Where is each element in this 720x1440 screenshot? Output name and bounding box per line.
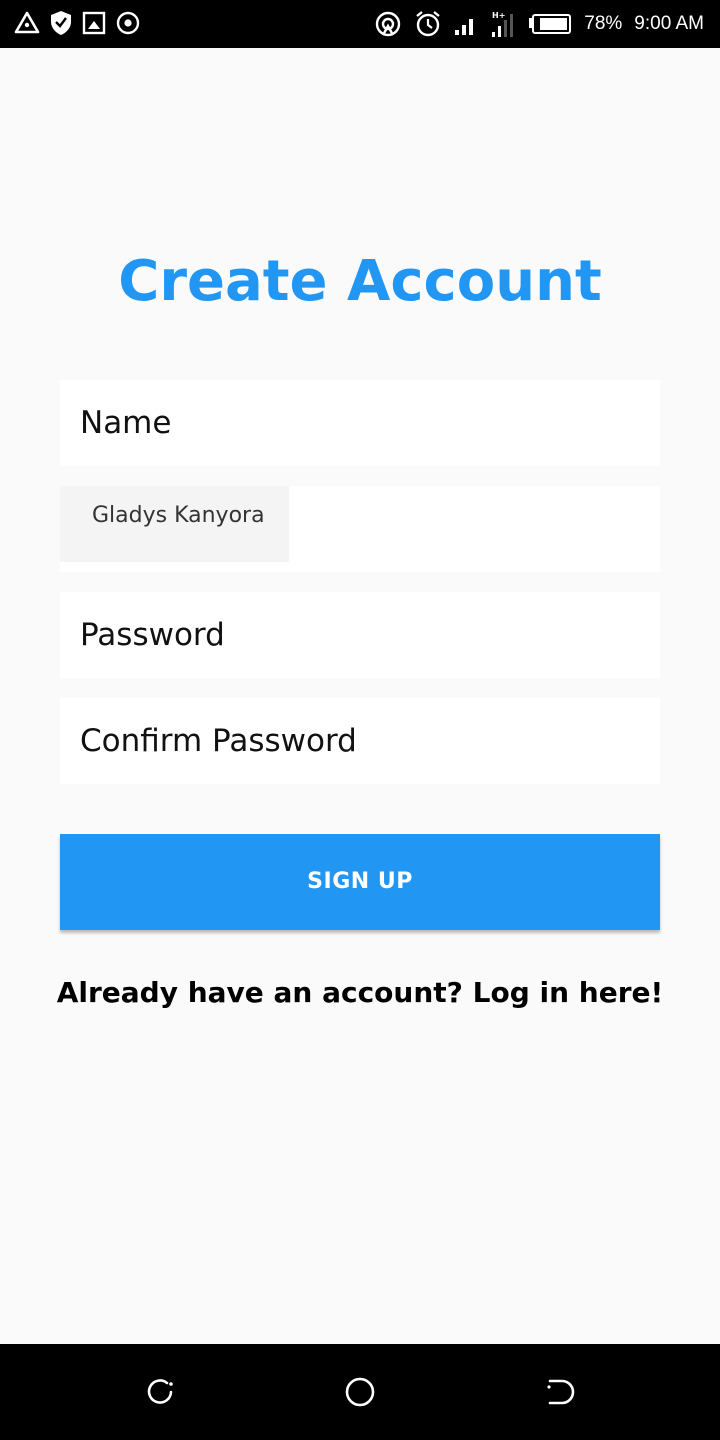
password-field-label: Password [80, 617, 225, 653]
home-icon[interactable] [340, 1372, 380, 1412]
confirm-password-field-label: Confirm Password [80, 723, 357, 759]
name-suggestion-chip[interactable]: Gladys Kanyora [60, 486, 289, 562]
warning-triangle-icon [14, 11, 40, 35]
status-icons-right: H+ 78% 9:00 AM [374, 8, 704, 40]
recent-apps-icon[interactable] [140, 1372, 180, 1412]
shield-icon [50, 10, 72, 36]
svg-text:H+: H+ [492, 11, 505, 20]
signal-icon [454, 12, 478, 36]
back-icon[interactable] [540, 1372, 580, 1412]
screenshot-icon [82, 11, 106, 35]
status-icons-left [14, 10, 140, 36]
name-value-field[interactable]: Gladys Kanyora [60, 486, 660, 572]
confirm-password-field[interactable]: Confirm Password [60, 698, 660, 784]
login-link[interactable]: Already have an account? Log in here! [0, 968, 720, 1018]
status-bar: H+ 78% 9:00 AM [0, 0, 720, 48]
battery-icon [528, 13, 572, 35]
hotspot-icon [374, 10, 402, 38]
alarm-icon [414, 10, 442, 38]
page-title: Create Account [118, 249, 602, 314]
navigation-bar [0, 1344, 720, 1440]
clock: 9:00 AM [634, 13, 704, 34]
password-field[interactable]: Password [60, 592, 660, 678]
name-field[interactable]: Name [60, 380, 660, 466]
name-field-label: Name [80, 405, 172, 441]
target-icon [116, 11, 140, 35]
name-suggestion-text: Gladys Kanyora [92, 503, 265, 528]
signal-ht-icon: H+ [490, 10, 516, 38]
battery-percentage: 78% [584, 13, 623, 34]
sign-up-button[interactable]: SIGN UP [60, 834, 660, 930]
